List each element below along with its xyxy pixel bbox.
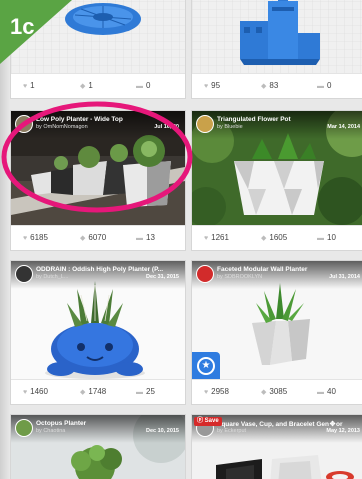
thing-title[interactable]: Triangulated Flower Pot <box>217 116 362 123</box>
download-count: ◆ 6070 <box>80 233 107 242</box>
download-icon: ◆ <box>80 235 86 242</box>
heart-icon: ♥ <box>204 83 209 90</box>
comment-count[interactable]: ▬ 40 <box>317 387 336 396</box>
comment-count[interactable]: ▬ 0 <box>136 81 150 90</box>
thing-title[interactable]: Square Vase, Cup, and Bracelet Gen✥or <box>217 420 362 428</box>
download-icon: ◆ <box>80 389 86 396</box>
creator-name[interactable]: by OmNomNomagon <box>36 124 88 130</box>
creator-name[interactable]: by Chaotina <box>36 428 65 434</box>
like-count[interactable]: ♥ 1460 <box>23 387 48 396</box>
comment-icon: ▬ <box>136 83 143 90</box>
move-arrows-icon[interactable]: ✥ <box>329 420 336 428</box>
comment-count[interactable]: ▬ 13 <box>136 233 155 242</box>
like-count[interactable]: ♥ 95 <box>204 81 220 90</box>
creator-avatar[interactable] <box>15 115 33 133</box>
creator-name[interactable]: by Bluebie <box>217 124 243 130</box>
collect-button[interactable]: ★ <box>192 352 220 380</box>
thing-card-4[interactable]: Triangulated Flower Pot by Bluebie Mar 1… <box>191 110 362 251</box>
thing-title[interactable]: ODDRAIN : Oddish High Poly Planter (P... <box>36 266 181 273</box>
card-stats: ♥ 1460 ◆ 1748 ▬ 25 <box>11 379 185 404</box>
publish-date: May 12, 2013 <box>326 428 360 434</box>
thing-card-3[interactable]: Low Poly Planter - Wide Top by OmNomNoma… <box>10 110 186 251</box>
thing-card-8[interactable]: Square Vase, Cup, and Bracelet Gen✥or by… <box>191 414 362 479</box>
comment-count[interactable]: ▬ 0 <box>317 81 331 90</box>
card-stats: ♥ 6185 ◆ 6070 ▬ 13 <box>11 225 185 250</box>
card-header: Low Poly Planter - Wide Top by OmNomNoma… <box>11 111 185 139</box>
creator-avatar[interactable] <box>15 265 33 283</box>
download-icon: ◆ <box>261 389 267 396</box>
publish-date: Dec 31, 2015 <box>145 274 179 280</box>
thing-card-7[interactable]: Octopus Planter by Chaotina Dec 10, 2015 <box>10 414 186 479</box>
creator-avatar[interactable] <box>15 419 33 437</box>
star-icon: ★ <box>197 357 215 375</box>
heart-icon: ♥ <box>204 389 209 396</box>
publish-date: Dec 10, 2015 <box>145 428 179 434</box>
thing-title[interactable]: Low Poly Planter - Wide Top <box>36 116 181 123</box>
like-count[interactable]: ♥ 2958 <box>204 387 229 396</box>
download-count: ◆ 1605 <box>261 233 288 242</box>
comment-icon: ▬ <box>317 389 324 396</box>
download-count: ◆ 83 <box>261 81 279 90</box>
badge-label: 1c <box>10 14 34 39</box>
download-count: ◆ 3085 <box>261 387 288 396</box>
card-header: Triangulated Flower Pot by Bluebie Mar 1… <box>192 111 362 139</box>
comment-icon: ▬ <box>317 83 324 90</box>
card-header: Octopus Planter by Chaotina Dec 10, 2015 <box>11 415 185 443</box>
publish-date: Mar 14, 2014 <box>327 124 360 130</box>
card-stats: ♥ 2958 ◆ 3085 ▬ 40 <box>192 379 362 404</box>
card-header: ODDRAIN : Oddish High Poly Planter (P...… <box>11 261 185 289</box>
creator-name[interactable]: by Eckerput <box>217 428 246 434</box>
download-count: ◆ 1748 <box>80 387 107 396</box>
comment-count[interactable]: ▬ 10 <box>317 233 336 242</box>
thing-title[interactable]: Faceted Modular Wall Planter <box>217 266 362 273</box>
comment-icon: ▬ <box>317 235 324 242</box>
creator-name[interactable]: by Dutch_L... <box>36 274 68 280</box>
thing-card-2[interactable]: ♥ 95 ◆ 83 ▬ 0 <box>191 0 362 99</box>
download-icon: ◆ <box>261 83 267 90</box>
download-icon: ◆ <box>80 83 86 90</box>
creator-avatar[interactable] <box>196 265 214 283</box>
step-badge: 1c <box>0 0 72 64</box>
save-button[interactable]: ⓟ Save <box>194 417 222 426</box>
comment-icon: ▬ <box>136 235 143 242</box>
download-count: ◆ 1 <box>80 81 93 90</box>
thing-thumbnail[interactable] <box>192 0 362 74</box>
like-count[interactable]: ♥ 6185 <box>23 233 48 242</box>
card-header: Faceted Modular Wall Planter by SDBROOKL… <box>192 261 362 289</box>
like-count[interactable]: ♥ 1 <box>23 81 35 90</box>
thing-card-6[interactable]: Faceted Modular Wall Planter by SDBROOKL… <box>191 260 362 405</box>
pin-icon: ⓟ <box>197 418 205 424</box>
heart-icon: ♥ <box>23 235 28 242</box>
page-edge-shadow <box>0 0 10 479</box>
heart-icon: ♥ <box>23 83 28 90</box>
creator-name[interactable]: by SDBROOKLYN <box>217 274 262 280</box>
heart-icon: ♥ <box>23 389 28 396</box>
like-count[interactable]: ♥ 1261 <box>204 233 229 242</box>
card-stats: ♥ 1261 ◆ 1605 ▬ 10 <box>192 225 362 250</box>
thing-card-5[interactable]: ODDRAIN : Oddish High Poly Planter (P...… <box>10 260 186 405</box>
card-stats: ♥ 1 ◆ 1 ▬ 0 <box>11 73 185 98</box>
publish-date: Jul 16, 20 <box>154 124 179 130</box>
publish-date: Jul 31, 2014 <box>329 274 360 280</box>
thing-title[interactable]: Octopus Planter <box>36 420 181 427</box>
comment-icon: ▬ <box>136 389 143 396</box>
comment-count[interactable]: ▬ 25 <box>136 387 155 396</box>
heart-icon: ♥ <box>204 235 209 242</box>
creator-avatar[interactable] <box>196 115 214 133</box>
download-icon: ◆ <box>261 235 267 242</box>
card-stats: ♥ 95 ◆ 83 ▬ 0 <box>192 73 362 98</box>
